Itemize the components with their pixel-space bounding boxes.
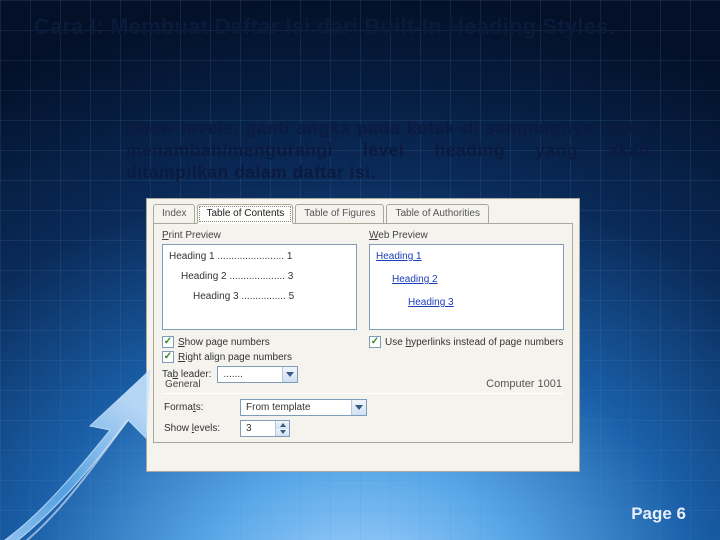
bullet-item: o Show levels, ganti angka pada kotak di… [104, 118, 650, 184]
web-preview-label: Web Preview [369, 230, 564, 241]
spinner-up-icon[interactable] [275, 421, 289, 429]
formats-combo[interactable]: From template [240, 399, 367, 416]
bullet-text: Show levels, ganti angka pada kotak di s… [126, 118, 650, 184]
toc-dialog: Index Table of Contents Table of Figures… [146, 198, 580, 472]
checkbox-label: Show page numbers [178, 337, 270, 348]
bullet-marker: o [104, 118, 126, 184]
web-preview-link: Heading 2 [392, 274, 557, 285]
print-preview-row: Heading 1 ........................ 1 [169, 251, 350, 262]
dialog-body: Print Preview Heading 1 ................… [153, 223, 573, 443]
checkbox-label: Right align page numbers [178, 352, 292, 363]
check-icon: ✓ [162, 351, 174, 363]
tab-leader-combo[interactable]: ....... [217, 366, 298, 383]
print-preview-label: Print Preview [162, 230, 357, 241]
general-group-label: General [162, 379, 204, 390]
checkbox-right-align[interactable]: ✓ Right align page numbers [162, 351, 357, 363]
tab-table-of-contents[interactable]: Table of Contents [197, 204, 293, 224]
tab-index[interactable]: Index [153, 204, 195, 224]
tab-table-of-authorities[interactable]: Table of Authorities [386, 204, 489, 224]
print-preview-row: Heading 3 ................ 5 [193, 291, 350, 302]
check-icon: ✓ [162, 336, 174, 348]
show-levels-spinner[interactable]: 3 [240, 420, 290, 437]
web-preview-link: Heading 1 [376, 251, 557, 262]
check-icon: ✓ [369, 336, 381, 348]
web-preview-box: Heading 1 Heading 2 Heading 3 [369, 244, 564, 330]
formats-label: Formats: [164, 402, 234, 413]
formats-value: From template [241, 402, 351, 413]
dialog-tabs: Index Table of Contents Table of Figures… [147, 199, 579, 223]
checkbox-show-page-numbers[interactable]: ✓ Show page numbers [162, 336, 357, 348]
show-levels-label: Show levels: [164, 423, 234, 434]
print-preview-box: Heading 1 ........................ 1 Hea… [162, 244, 357, 330]
chevron-down-icon [351, 400, 366, 415]
print-preview-row: Heading 2 .................... 3 [181, 271, 350, 282]
page-number: Page 6 [631, 504, 686, 524]
tab-table-of-figures[interactable]: Table of Figures [295, 204, 384, 224]
web-preview-link: Heading 3 [408, 297, 557, 308]
slide-title: Cara I: Membuat Daftar Isi dari Built-In… [34, 14, 700, 40]
tab-leader-value: ....... [218, 369, 282, 380]
spinner-down-icon[interactable] [275, 429, 289, 437]
watermark-text: Computer 1001 [486, 378, 562, 390]
checkbox-use-hyperlinks[interactable]: ✓ Use hyperlinks instead of page numbers [369, 336, 564, 348]
checkbox-label: Use hyperlinks instead of page numbers [385, 337, 563, 348]
show-levels-value: 3 [241, 421, 275, 436]
group-divider [162, 393, 564, 394]
chevron-down-icon [282, 367, 297, 382]
